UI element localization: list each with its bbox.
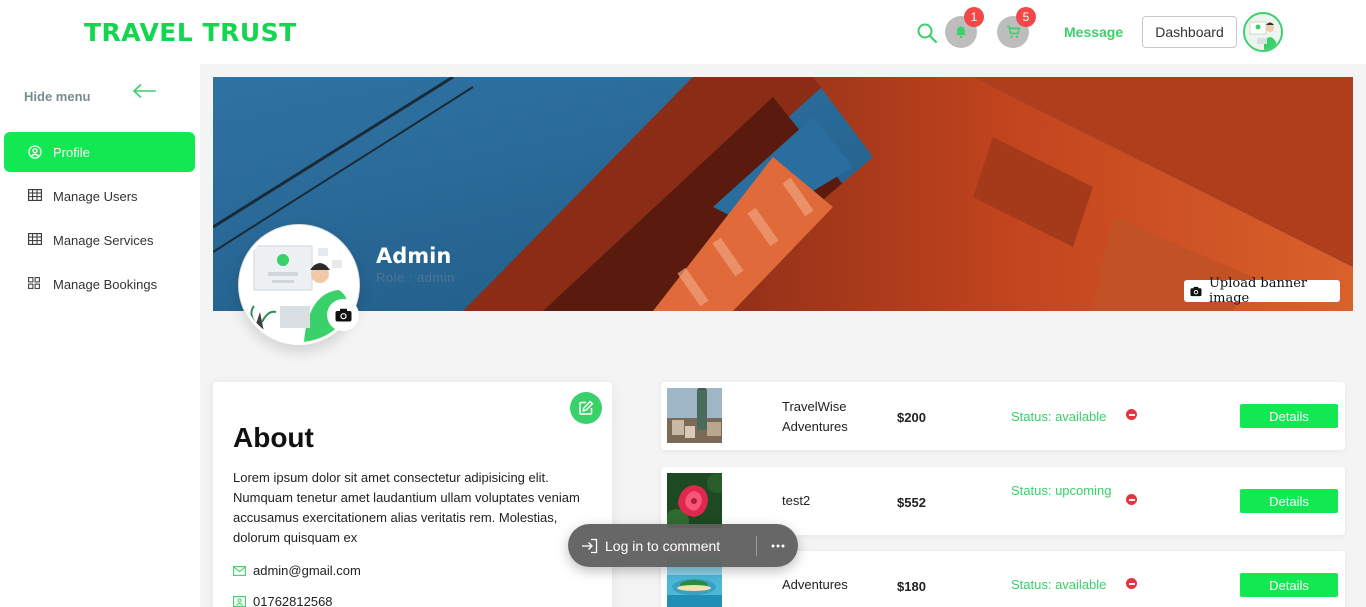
upload-banner-button[interactable]: Upload banner image: [1184, 276, 1340, 306]
remove-icon[interactable]: [1126, 578, 1137, 589]
service-thumbnail: [667, 473, 722, 528]
sidebar-item-manage-services[interactable]: Manage Services: [4, 220, 195, 260]
dashboard-button[interactable]: Dashboard: [1142, 16, 1237, 48]
arrow-left-icon[interactable]: [132, 83, 158, 104]
camera-icon: [335, 308, 351, 322]
profile-role: Role : admin: [376, 270, 455, 285]
user-avatar[interactable]: [1243, 12, 1283, 52]
sidebar: Hide menu Profile Manage Users Manage Se…: [0, 64, 200, 607]
remove-icon[interactable]: [1126, 494, 1137, 505]
edit-icon: [579, 400, 594, 415]
service-name: Adventures: [782, 577, 848, 592]
about-card: About Lorem ipsum dolor sit amet consect…: [213, 382, 612, 607]
service-price: $552: [897, 495, 926, 510]
service-row: TravelWise Adventures $200 Status: avail…: [661, 382, 1345, 450]
phone-icon: [233, 596, 246, 607]
about-description: Lorem ipsum dolor sit amet consectetur a…: [233, 470, 580, 545]
notifications-button[interactable]: 1: [945, 7, 984, 48]
sidebar-item-manage-bookings[interactable]: Manage Bookings: [4, 264, 195, 304]
more-options-icon[interactable]: [757, 544, 798, 548]
profile-name: Admin: [376, 244, 452, 268]
cart-count-badge: 5: [1016, 7, 1036, 27]
sidebar-item-label: Manage Users: [53, 188, 138, 204]
cart-icon: [1006, 25, 1020, 38]
service-status: Status: upcoming: [1011, 483, 1112, 498]
service-price: $200: [897, 410, 926, 425]
sidebar-item-label: Profile: [53, 144, 90, 160]
sidebar-item-profile[interactable]: Profile: [4, 132, 195, 172]
service-name: TravelWise Adventures: [782, 399, 848, 434]
sidebar-item-label: Manage Services: [53, 232, 154, 248]
hide-menu-label[interactable]: Hide menu: [24, 89, 90, 104]
user-circle-icon: [28, 145, 42, 159]
table-icon: [28, 233, 42, 247]
about-title: About: [233, 422, 314, 453]
service-status: Status: available: [1011, 577, 1107, 592]
service-thumbnail: [667, 388, 722, 443]
message-link[interactable]: Message: [1064, 24, 1123, 40]
upload-banner-label: Upload banner image: [1208, 276, 1308, 306]
details-button[interactable]: Details: [1240, 489, 1338, 513]
cart-button[interactable]: 5: [997, 7, 1036, 48]
service-name: test2: [782, 493, 811, 508]
login-to-comment-label: Log in to comment: [605, 537, 721, 554]
details-button[interactable]: Details: [1240, 573, 1338, 597]
sidebar-item-label: Manage Bookings: [53, 276, 158, 292]
camera-icon: [1190, 286, 1202, 296]
email-text: admin@gmail.com: [253, 563, 361, 578]
login-to-comment-button[interactable]: Log in to comment: [568, 538, 756, 554]
details-button[interactable]: Details: [1240, 404, 1338, 428]
about-phone: 01762812568: [233, 594, 333, 607]
search-icon[interactable]: [916, 22, 938, 44]
phone-text: 01762812568: [253, 594, 333, 607]
service-price: $180: [897, 579, 926, 594]
remove-icon[interactable]: [1126, 409, 1137, 420]
top-header: TRAVEL TRUST 1 5 Message Dashboard: [0, 0, 1366, 64]
service-status: Status: available: [1011, 409, 1107, 424]
about-email: admin@gmail.com: [233, 563, 361, 578]
login-icon: [582, 538, 598, 553]
grid-icon: [28, 277, 42, 291]
mail-icon: [233, 565, 246, 576]
change-avatar-button[interactable]: [327, 299, 359, 331]
table-icon: [28, 189, 42, 203]
sidebar-item-manage-users[interactable]: Manage Users: [4, 176, 195, 216]
site-logo[interactable]: TRAVEL TRUST: [84, 18, 297, 47]
notification-count-badge: 1: [964, 7, 984, 27]
bell-icon: [956, 26, 966, 39]
edit-about-button[interactable]: [570, 392, 602, 424]
comment-toolbar: Log in to comment: [568, 524, 798, 567]
